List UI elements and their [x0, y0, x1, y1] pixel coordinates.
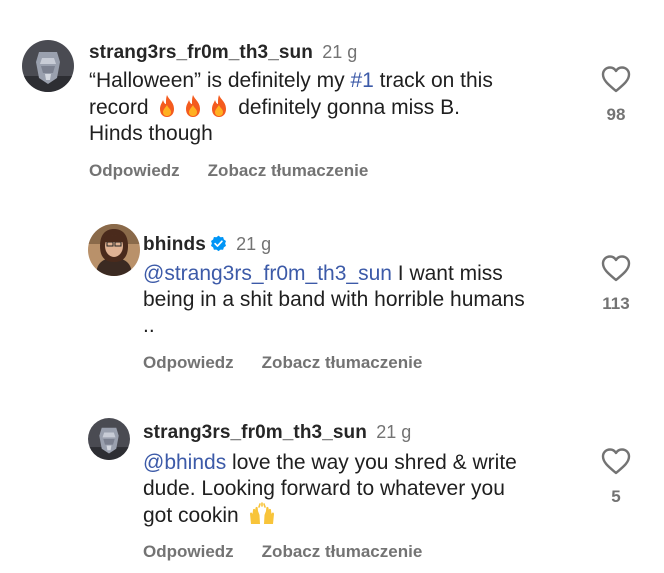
fire-emoji — [208, 94, 230, 118]
see-translation-button[interactable]: Zobacz tłumaczenie — [262, 353, 423, 372]
username[interactable]: strang3rs_fr0m_th3_sun — [89, 42, 313, 63]
comment-text: @strang3rs_fr0m_th3_sun I want miss bein… — [143, 261, 525, 339]
username[interactable]: strang3rs_fr0m_th3_sun — [143, 422, 367, 443]
reply-button[interactable]: Odpowiedz — [89, 161, 180, 180]
comment-line: @bhinds love the way you shred & write — [143, 451, 517, 474]
reply-button[interactable]: Odpowiedz — [143, 542, 234, 561]
mention-link[interactable]: @bhinds — [143, 451, 226, 474]
heart-outline-icon[interactable] — [601, 447, 631, 475]
fire-emoji — [156, 94, 178, 118]
avatar[interactable] — [22, 40, 74, 92]
comment-line: record definitely gonna miss B. — [89, 94, 460, 119]
hashtag-link[interactable]: #1 — [350, 69, 373, 92]
comment-line: being in a shit band with horrible human… — [143, 288, 525, 311]
comment-line: Hinds though — [89, 122, 213, 145]
avatar-image — [22, 40, 74, 92]
timestamp: 21 g — [376, 422, 412, 442]
comment-line: @strang3rs_fr0m_th3_sun I want miss — [143, 262, 503, 285]
avatar[interactable] — [88, 224, 140, 276]
avatar[interactable] — [88, 418, 130, 460]
fire-emoji — [182, 94, 204, 118]
timestamp: 21 g — [236, 234, 272, 254]
comment-text: “Halloween” is definitely my #1 track on… — [89, 68, 493, 147]
comment-line: got cookin — [143, 502, 517, 529]
comment-text: @bhinds love the way you shred & write d… — [143, 450, 517, 529]
reply-button[interactable]: Odpowiedz — [143, 353, 234, 372]
like-count[interactable]: 98 — [596, 105, 636, 125]
raised-hands-emoji — [247, 502, 277, 526]
heart-outline-icon[interactable] — [601, 65, 631, 93]
username[interactable]: bhinds — [143, 234, 206, 255]
like-count[interactable]: 113 — [596, 294, 636, 314]
see-translation-button[interactable]: Zobacz tłumaczenie — [262, 542, 423, 561]
comment-line: dude. Looking forward to whatever you — [143, 477, 505, 500]
avatar-image — [88, 418, 130, 460]
verified-badge-icon — [210, 235, 227, 252]
see-translation-button[interactable]: Zobacz tłumaczenie — [208, 161, 369, 180]
comment-line: .. — [143, 314, 155, 337]
like-count[interactable]: 5 — [596, 487, 636, 507]
mention-link[interactable]: @strang3rs_fr0m_th3_sun — [143, 262, 392, 285]
timestamp: 21 g — [322, 42, 358, 62]
heart-outline-icon[interactable] — [601, 254, 631, 282]
comment-line: “Halloween” is definitely my #1 track on… — [89, 69, 493, 92]
avatar-image — [88, 224, 140, 276]
